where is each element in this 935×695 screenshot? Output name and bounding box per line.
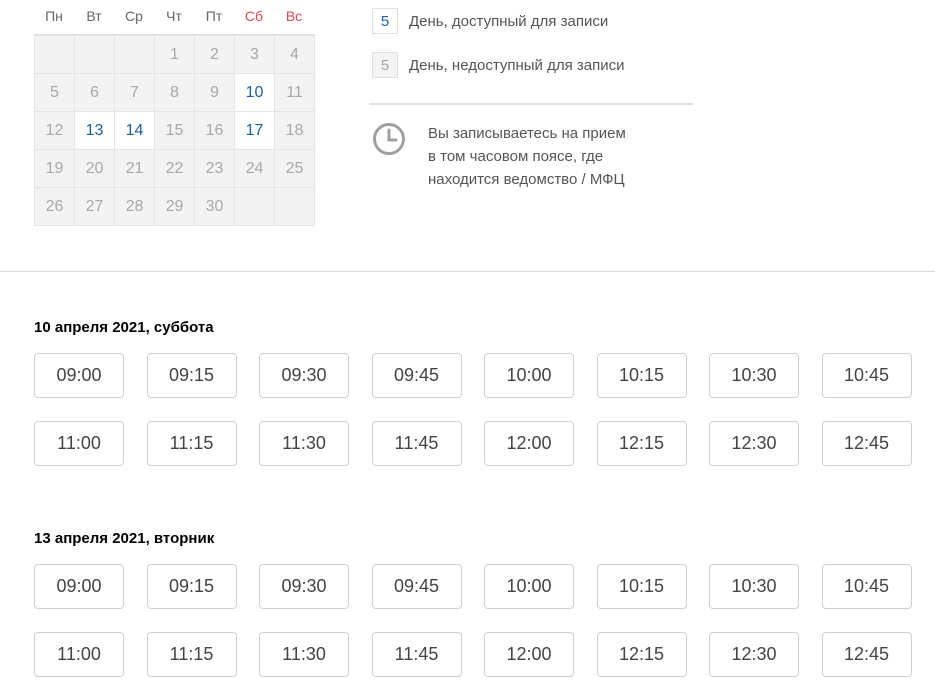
time-slot-button[interactable]: 11:30 — [259, 632, 349, 677]
time-slot-button[interactable]: 09:45 — [371, 564, 462, 609]
legend: 5 День, доступный для записи 5 День, нед… — [372, 8, 702, 96]
time-slot-button[interactable]: 10:45 — [821, 353, 912, 398]
timezone-text: Вы записываетесь на прием в том часовом … — [428, 122, 658, 191]
timezone-line: в том часовом поясе, где — [428, 148, 604, 165]
weekday-header: Пн Вт Ср Чт Пт Сб Вс — [34, 0, 315, 36]
clock-icon — [373, 123, 405, 155]
calendar-day: 1 — [155, 36, 195, 74]
time-slot-button[interactable]: 10:15 — [596, 353, 687, 398]
calendar: Пн Вт Ср Чт Пт Сб Вс 1 2 3 4 5 6 7 8 9 10 11 12 13 14 15 16 17… — [34, 0, 315, 226]
timezone-note: Вы записываетесь на прием в том часовом … — [372, 122, 658, 191]
weekday-label: Пн — [45, 8, 63, 24]
calendar-day[interactable]: 10 — [235, 74, 275, 112]
section-divider — [0, 271, 935, 272]
calendar-day: 6 — [75, 74, 115, 112]
calendar-day: 28 — [115, 188, 155, 226]
day-section: 10 апреля 2021, суббота 09:00 09:15 09:30 0… — [34, 318, 914, 466]
calendar-empty-cell — [275, 188, 315, 226]
legend-available-label: День, доступный для записи — [409, 12, 609, 30]
legend-unavailable-label: День, недоступный для записи — [409, 56, 625, 74]
calendar-empty-cell — [235, 188, 275, 226]
day-title: 10 апреля 2021, суббота — [34, 319, 214, 336]
calendar-empty-cell — [35, 36, 75, 74]
time-slot-button[interactable]: 09:30 — [259, 353, 349, 398]
calendar-day: 3 — [235, 36, 275, 74]
calendar-day: 21 — [115, 150, 155, 188]
calendar-empty-cell — [115, 36, 155, 74]
time-slot-button[interactable]: 12:30 — [709, 421, 799, 466]
calendar-day: 16 — [195, 112, 235, 150]
time-slot-button[interactable]: 12:15 — [596, 421, 687, 466]
time-slot-button[interactable]: 11:45 — [371, 421, 462, 466]
time-slot-button[interactable]: 10:00 — [484, 564, 574, 609]
time-slot-button[interactable]: 11:15 — [146, 421, 237, 466]
time-slot-button[interactable]: 10:30 — [709, 564, 799, 609]
weekday-label: Вс — [285, 8, 303, 24]
calendar-day: 5 — [35, 74, 75, 112]
timezone-line: Вы записываетесь на прием — [428, 125, 626, 142]
calendar-day[interactable]: 14 — [115, 112, 155, 150]
calendar-day: 18 — [275, 112, 315, 150]
timezone-line: находится ведомство / МФЦ — [428, 171, 625, 188]
weekday-label: Пт — [205, 8, 223, 24]
calendar-day: 7 — [115, 74, 155, 112]
time-slots: 09:00 09:15 09:30 09:45 10:00 10:15 10:30 10:45… — [34, 564, 914, 677]
time-slot-button[interactable]: 12:15 — [596, 632, 687, 677]
day-title: 13 апреля 2021, вторник — [34, 530, 215, 547]
legend-available-sample: 5 — [372, 8, 398, 34]
calendar-day: 27 — [75, 188, 115, 226]
time-slot-button[interactable]: 09:00 — [34, 353, 124, 398]
calendar-grid: 1 2 3 4 5 6 7 8 9 10 11 12 13 14 15 16 17 18 19 20 21 22 23 24 2… — [34, 36, 315, 226]
time-slot-button[interactable]: 12:45 — [821, 632, 912, 677]
time-slot-button[interactable]: 11:00 — [34, 421, 124, 466]
calendar-day: 12 — [35, 112, 75, 150]
weekday-label: Сб — [244, 8, 264, 24]
time-slot-button[interactable]: 09:00 — [34, 564, 124, 609]
calendar-day: 29 — [155, 188, 195, 226]
time-slot-button[interactable]: 11:15 — [146, 632, 237, 677]
day-section: 13 апреля 2021, вторник 09:00 09:15 09:30 0… — [34, 529, 914, 677]
time-slot-button[interactable]: 11:30 — [259, 421, 349, 466]
calendar-day[interactable]: 13 — [75, 112, 115, 150]
calendar-day: 15 — [155, 112, 195, 150]
time-slot-button[interactable]: 10:45 — [821, 564, 912, 609]
calendar-day: 4 — [275, 36, 315, 74]
legend-available: 5 День, доступный для записи — [372, 8, 702, 34]
calendar-day: 20 — [75, 150, 115, 188]
calendar-day: 26 — [35, 188, 75, 226]
time-slot-button[interactable]: 12:00 — [484, 421, 574, 466]
time-slot-button[interactable]: 09:45 — [371, 353, 462, 398]
time-slot-button[interactable]: 11:00 — [34, 632, 124, 677]
calendar-day: 9 — [195, 74, 235, 112]
time-slot-button[interactable]: 12:45 — [821, 421, 912, 466]
calendar-day: 24 — [235, 150, 275, 188]
calendar-day: 2 — [195, 36, 235, 74]
calendar-empty-cell — [75, 36, 115, 74]
legend-unavailable: 5 День, недоступный для записи — [372, 52, 702, 78]
calendar-day[interactable]: 17 — [235, 112, 275, 150]
time-slots: 09:00 09:15 09:30 09:45 10:00 10:15 10:30 10:45… — [34, 353, 914, 466]
time-slot-button[interactable]: 11:45 — [371, 632, 462, 677]
time-slot-button[interactable]: 09:15 — [146, 353, 237, 398]
calendar-day: 23 — [195, 150, 235, 188]
time-slot-button[interactable]: 09:15 — [146, 564, 237, 609]
weekday-label: Ср — [125, 8, 143, 24]
calendar-day: 19 — [35, 150, 75, 188]
time-slot-button[interactable]: 12:00 — [484, 632, 574, 677]
calendar-day: 8 — [155, 74, 195, 112]
time-slot-button[interactable]: 10:00 — [484, 353, 574, 398]
weekday-label: Чт — [166, 8, 182, 24]
calendar-day: 22 — [155, 150, 195, 188]
time-slot-button[interactable]: 09:30 — [259, 564, 349, 609]
legend-divider — [369, 103, 693, 105]
calendar-day: 25 — [275, 150, 315, 188]
calendar-day: 30 — [195, 188, 235, 226]
time-slot-button[interactable]: 10:30 — [709, 353, 799, 398]
legend-unavailable-sample: 5 — [372, 52, 398, 78]
time-slot-button[interactable]: 10:15 — [596, 564, 687, 609]
weekday-label: Вт — [86, 8, 102, 24]
time-slot-button[interactable]: 12:30 — [709, 632, 799, 677]
calendar-day: 11 — [275, 74, 315, 112]
